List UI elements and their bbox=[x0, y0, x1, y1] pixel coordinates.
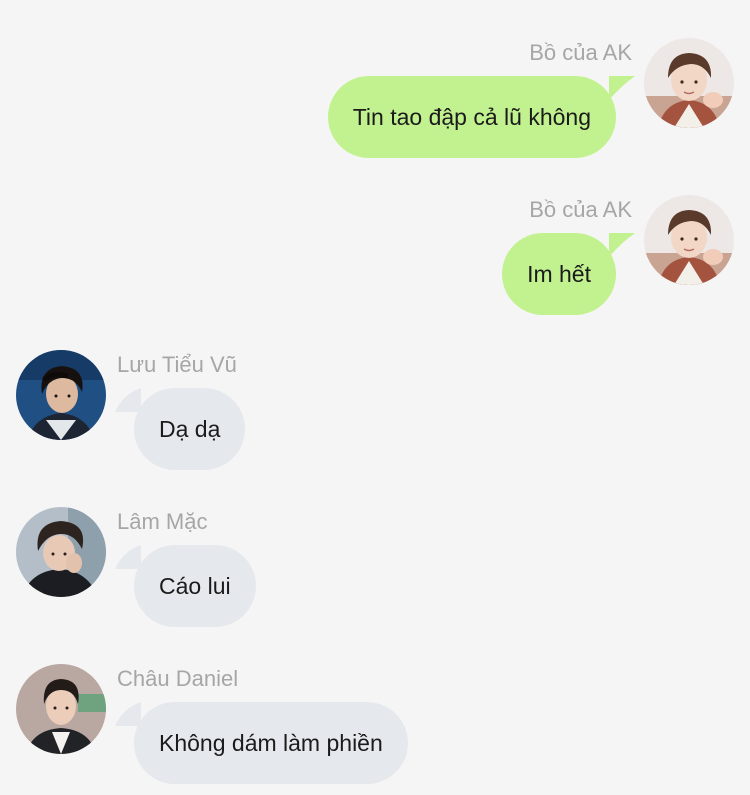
avatar-bo-cua-ak-icon[interactable] bbox=[644, 38, 734, 128]
sender-name: Bồ của AK bbox=[529, 40, 632, 65]
sender-name: Lưu Tiểu Vũ bbox=[117, 352, 237, 377]
avatar-bo-cua-ak-icon[interactable] bbox=[644, 195, 734, 285]
message-bubble[interactable]: Không dám làm phiền bbox=[134, 702, 408, 784]
message-bubble[interactable]: Cáo lui bbox=[134, 545, 256, 627]
avatar-luu-tieu-vu-icon[interactable] bbox=[16, 350, 106, 440]
chat-message-incoming: Lưu Tiểu Vũ Dạ dạ bbox=[0, 350, 750, 480]
chat-message-outgoing: Bồ của AK Im hết bbox=[0, 195, 750, 325]
bubble-tail-icon bbox=[115, 702, 141, 726]
message-bubble[interactable]: Im hết bbox=[502, 233, 616, 315]
message-bubble[interactable]: Tin tao đập cả lũ không bbox=[327, 76, 616, 158]
avatar-lam-mac-icon[interactable] bbox=[16, 507, 106, 597]
bubble-tail-icon bbox=[115, 388, 141, 412]
sender-name: Châu Daniel bbox=[117, 666, 239, 691]
chat-message-incoming: Lâm Mặc Cáo lui bbox=[0, 507, 750, 637]
bubble-tail-icon bbox=[115, 545, 141, 569]
sender-name: Lâm Mặc bbox=[117, 509, 208, 534]
sender-name: Bồ của AK bbox=[529, 197, 632, 222]
avatar-chau-daniel-icon[interactable] bbox=[16, 664, 106, 754]
chat-thread: Bồ của AK Tin tao đập cả lũ không Bồ của… bbox=[0, 0, 750, 795]
bubble-tail-icon bbox=[609, 233, 635, 257]
chat-message-outgoing: Bồ của AK Tin tao đập cả lũ không bbox=[0, 38, 750, 168]
message-bubble[interactable]: Dạ dạ bbox=[134, 388, 246, 470]
bubble-tail-icon bbox=[609, 76, 635, 100]
chat-message-incoming: Châu Daniel Không dám làm phiền bbox=[0, 664, 750, 794]
